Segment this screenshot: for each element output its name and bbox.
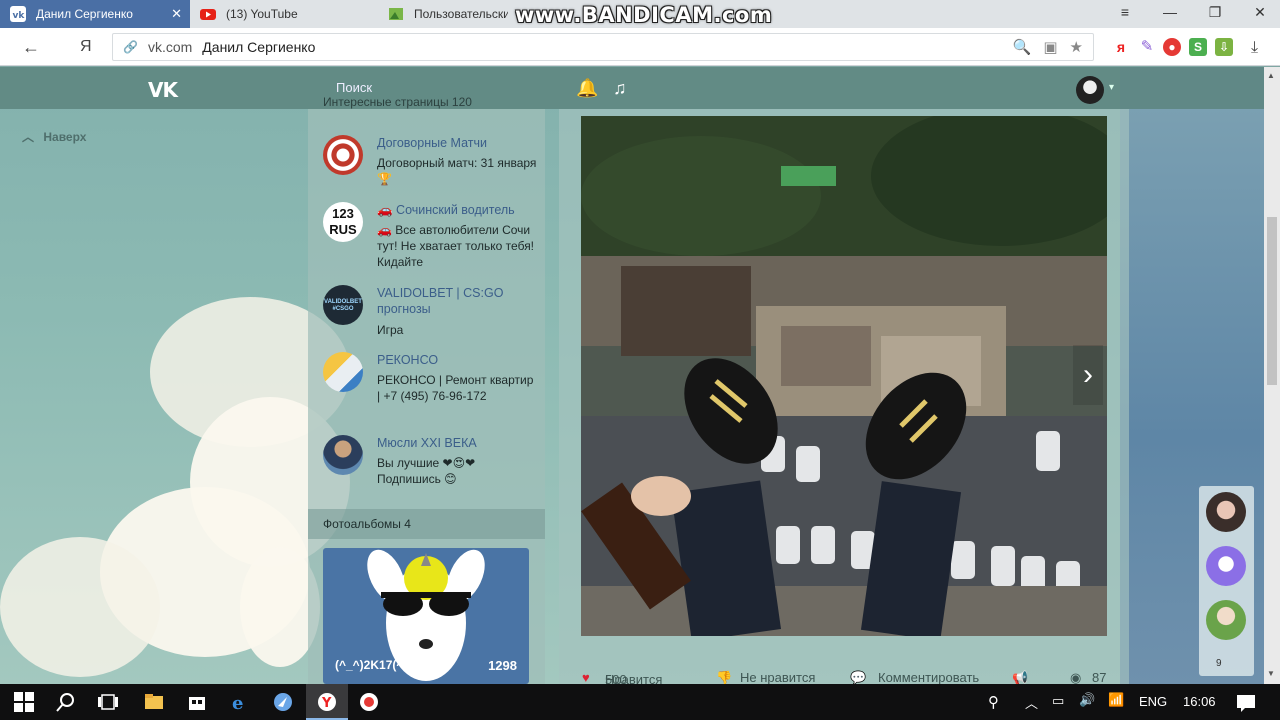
- scroll-down-icon[interactable]: ▼: [1267, 669, 1275, 678]
- recording-watermark: www.BANDICAM.com: [515, 3, 773, 27]
- back-to-top-link[interactable]: ︿ Наверх: [22, 128, 86, 145]
- views-count: 87: [1092, 670, 1107, 685]
- browser-tab-strip: vk Данил Сергиенко ✕ (13) YouTube Пользо…: [0, 0, 1280, 28]
- heart-icon[interactable]: ♥: [582, 670, 590, 685]
- bookmark-star-icon[interactable]: ★: [1070, 38, 1083, 56]
- clock[interactable]: 16:06: [1183, 694, 1216, 709]
- close-window-icon[interactable]: ✕: [1250, 4, 1270, 21]
- chat-avatar[interactable]: [1206, 492, 1246, 532]
- list-item[interactable]: 123 RUS 🚗 Сочинский водитель 🚗 Все автол…: [323, 202, 538, 272]
- avatar: [323, 352, 363, 392]
- albums-header[interactable]: Фотоальбомы 4: [308, 509, 545, 539]
- tab-title: (13) YouTube: [226, 7, 298, 21]
- scrollbar[interactable]: ▲ ▼: [1264, 67, 1280, 684]
- yandex-icon[interactable]: Я: [80, 38, 92, 56]
- post-actions: ♥ Нравится 500 👎 Не нравится 💬 Комментир…: [582, 670, 1107, 687]
- task-view-icon[interactable]: [98, 692, 118, 712]
- windows-taskbar: e Y ⚲ ︿ ▭ 🔊 📶 ENG 16:06: [0, 684, 1280, 720]
- browser-icon[interactable]: [273, 692, 293, 712]
- rooftop-photo: [581, 116, 1107, 636]
- battery-icon[interactable]: ▭: [1052, 693, 1064, 709]
- pen-extension-icon[interactable]: ✎: [1138, 38, 1156, 56]
- svg-text:Y: Y: [321, 696, 332, 711]
- security-icon: 🔗: [123, 40, 138, 54]
- chat-sidebar: 9: [1199, 486, 1254, 676]
- chevron-up-icon: ︿: [22, 130, 35, 144]
- list-item[interactable]: Мюсли XXI ВЕКА Вы лучшие ❤😍❤ Подпишись 😊: [323, 435, 538, 495]
- svg-text:e: e: [232, 693, 243, 712]
- avatar: VALIDOLBET #CSGO: [323, 285, 363, 325]
- windows-start-icon[interactable]: [14, 692, 34, 712]
- search-icon[interactable]: [56, 692, 76, 712]
- s-extension-icon[interactable]: S: [1189, 38, 1207, 56]
- vk-logo[interactable]: VK: [148, 78, 178, 102]
- people-icon[interactable]: ⚲: [988, 693, 999, 711]
- avatar: [323, 435, 363, 475]
- minimize-icon[interactable]: —: [1160, 4, 1180, 20]
- notifications-icon[interactable]: [1236, 692, 1256, 712]
- chat-avatar[interactable]: [1206, 600, 1246, 640]
- protect-icon[interactable]: ▣: [1043, 38, 1057, 56]
- tab-title: Данил Сергиенко: [36, 7, 133, 21]
- scroll-up-icon[interactable]: ▲: [1267, 71, 1275, 80]
- next-photo-chevron-icon[interactable]: ›: [1073, 345, 1103, 405]
- address-bar-row: ← Я 🔗 vk.com Данил Сергиенко 🔍 ▣ ★ я ✎ ●…: [0, 28, 1280, 66]
- list-item[interactable]: РЕКОНСО РЕКОНСО | Ремонт квартир | +7 (4…: [323, 352, 538, 427]
- photo-album-card[interactable]: (^_^)2K17(^_^) 1298: [323, 548, 529, 684]
- svg-text:vk: vk: [13, 11, 26, 21]
- download-extension-icon[interactable]: ⇩: [1215, 38, 1233, 56]
- chevron-down-icon[interactable]: ▾: [1109, 82, 1114, 93]
- zoom-icon[interactable]: 🔍: [1013, 38, 1032, 56]
- back-arrow-icon[interactable]: ←: [22, 37, 40, 58]
- chat-avatar[interactable]: [1206, 546, 1246, 586]
- vk-icon: vk: [10, 6, 26, 22]
- scroll-thumb[interactable]: [1267, 217, 1277, 385]
- bell-icon[interactable]: 🔔: [576, 78, 598, 99]
- url-field[interactable]: 🔗 vk.com Данил Сергиенко 🔍 ▣ ★: [112, 33, 1094, 61]
- album-count: 1298: [488, 658, 517, 673]
- album-title: (^_^)2K17(^_^): [335, 658, 422, 672]
- post-photo[interactable]: [581, 116, 1107, 636]
- edge-icon[interactable]: e: [230, 692, 250, 712]
- comment-button[interactable]: Комментировать: [878, 670, 979, 685]
- url-page-title: Данил Сергиенко: [202, 39, 316, 55]
- picture-icon: [389, 8, 403, 20]
- tab-title: Пользовательские т: [414, 7, 508, 21]
- downloads-icon[interactable]: ⤓: [1251, 39, 1258, 57]
- tab-youtube[interactable]: (13) YouTube: [190, 0, 378, 28]
- tab-vk[interactable]: vk Данил Сергиенко ✕: [0, 0, 190, 28]
- store-icon[interactable]: [187, 692, 207, 712]
- music-icon[interactable]: ♫: [613, 78, 627, 99]
- dislike-button[interactable]: Не нравится: [740, 670, 815, 685]
- youtube-icon: [200, 9, 216, 20]
- url-domain: vk.com: [147, 39, 193, 55]
- volume-icon[interactable]: 🔊: [1079, 692, 1095, 708]
- yandex-extension-icon[interactable]: я: [1112, 38, 1130, 56]
- folder-icon[interactable]: [144, 692, 164, 712]
- record-icon[interactable]: [359, 692, 379, 712]
- wifi-icon[interactable]: 📶: [1108, 692, 1124, 708]
- list-item[interactable]: Договорные Матчи Договорный матч: 31 янв…: [323, 135, 538, 190]
- tray-chevron-icon[interactable]: ︿: [1025, 693, 1038, 712]
- yandex-taskbar-button[interactable]: Y: [306, 684, 348, 720]
- tab-custom[interactable]: Пользовательские т: [378, 0, 508, 28]
- vk-extension-icon[interactable]: ●: [1163, 38, 1181, 56]
- language-indicator[interactable]: ENG: [1139, 694, 1167, 709]
- menu-icon[interactable]: ≡: [1115, 4, 1135, 20]
- list-item[interactable]: VALIDOLBET #CSGO VALIDOLBET | CS:GO прог…: [323, 285, 538, 345]
- profile-avatar[interactable]: [1076, 76, 1104, 104]
- vk-header: VK Поиск 🔔 ♫: [0, 67, 1264, 109]
- close-tab-icon[interactable]: ✕: [171, 6, 182, 22]
- chat-count: 9: [1216, 658, 1222, 669]
- avatar: [323, 135, 363, 175]
- yandex-browser-icon: Y: [318, 693, 336, 711]
- avatar: 123 RUS: [323, 202, 363, 242]
- maximize-icon[interactable]: ❐: [1205, 4, 1225, 21]
- section-header[interactable]: Интересные страницы 120: [308, 95, 545, 113]
